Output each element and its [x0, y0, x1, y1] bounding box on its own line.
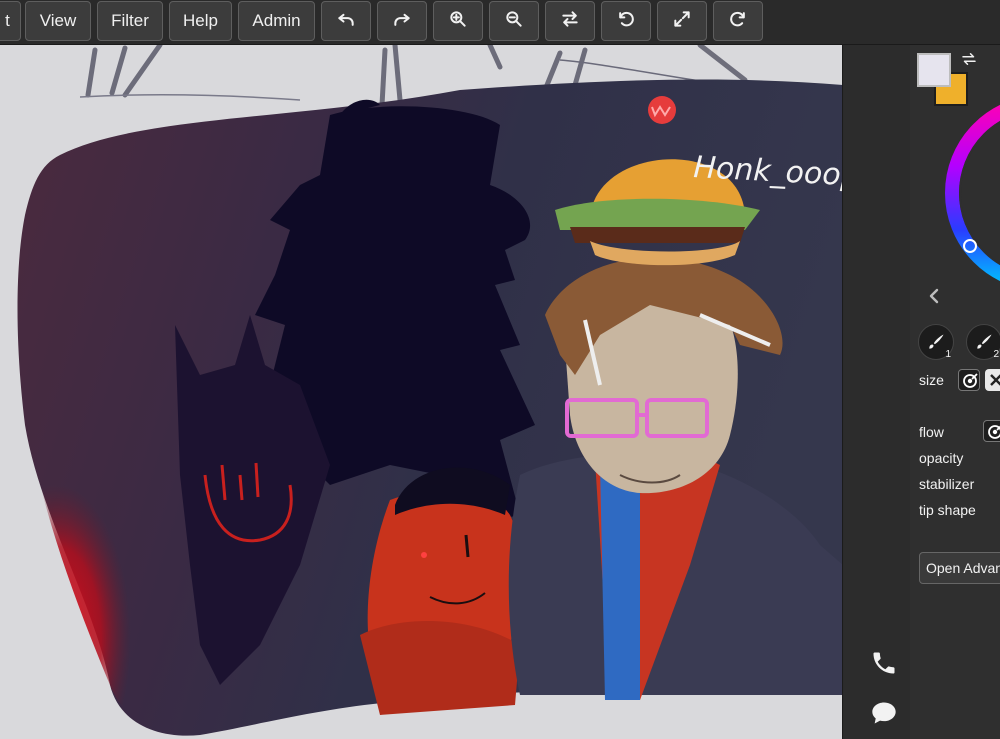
pressure-icon: [988, 425, 1000, 439]
chevron-left-icon[interactable]: [926, 288, 942, 304]
artwork: Honk_ooop: [17, 45, 843, 737]
brush-slot-2[interactable]: 2: [966, 324, 1000, 360]
flow-label: flow: [919, 424, 944, 440]
redo-icon: [392, 9, 412, 34]
undo-button[interactable]: [321, 1, 371, 41]
expand-icon: [672, 9, 692, 34]
fit-view-button[interactable]: [657, 1, 707, 41]
drawing-canvas[interactable]: Honk_ooop: [0, 45, 843, 739]
redo-button[interactable]: [377, 1, 427, 41]
brush-icon: [977, 334, 992, 349]
size-pressure-toggle[interactable]: [958, 369, 980, 391]
size-reset-button[interactable]: [985, 369, 1000, 391]
top-toolbar: t View Filter Help Admin: [0, 0, 1000, 45]
zoom-in-button[interactable]: [433, 1, 483, 41]
phone-icon[interactable]: [870, 649, 898, 677]
side-strip: [844, 45, 910, 739]
undo-icon: [336, 9, 356, 34]
brush-slot-1[interactable]: 1: [918, 324, 954, 360]
menu-admin[interactable]: Admin: [238, 1, 315, 41]
menu-help[interactable]: Help: [169, 1, 232, 41]
color-wheel[interactable]: [943, 90, 1000, 290]
size-label: size: [919, 372, 944, 388]
chat-icon[interactable]: [870, 699, 898, 727]
rotate-left-icon: [616, 9, 636, 34]
tool-panel: 1 2 size flow opacity stabilizer tip sha…: [910, 45, 1000, 739]
primary-color-swatch[interactable]: [917, 53, 951, 87]
pressure-icon: [963, 373, 978, 388]
menu-filter[interactable]: Filter: [97, 1, 163, 41]
menu-view[interactable]: View: [25, 1, 91, 41]
swap-colors-icon[interactable]: [960, 50, 978, 73]
flow-pressure-toggle[interactable]: [983, 420, 1000, 442]
zoom-in-icon: [448, 9, 468, 34]
swap-horizontal-icon: [560, 9, 580, 34]
rotate-left-button[interactable]: [601, 1, 651, 41]
brush-icon: [929, 334, 944, 349]
zoom-out-button[interactable]: [489, 1, 539, 41]
rotate-right-icon: [728, 9, 748, 34]
close-icon: [990, 374, 1000, 386]
tip-shape-label: tip shape: [919, 502, 976, 518]
stabilizer-label: stabilizer: [919, 476, 975, 492]
flip-view-button[interactable]: [545, 1, 595, 41]
opacity-label: opacity: [919, 450, 964, 466]
open-advanced-button[interactable]: Open Advanced: [919, 552, 1000, 584]
zoom-out-icon: [504, 9, 524, 34]
menu-edit[interactable]: t: [0, 1, 21, 41]
rotate-right-button[interactable]: [713, 1, 763, 41]
